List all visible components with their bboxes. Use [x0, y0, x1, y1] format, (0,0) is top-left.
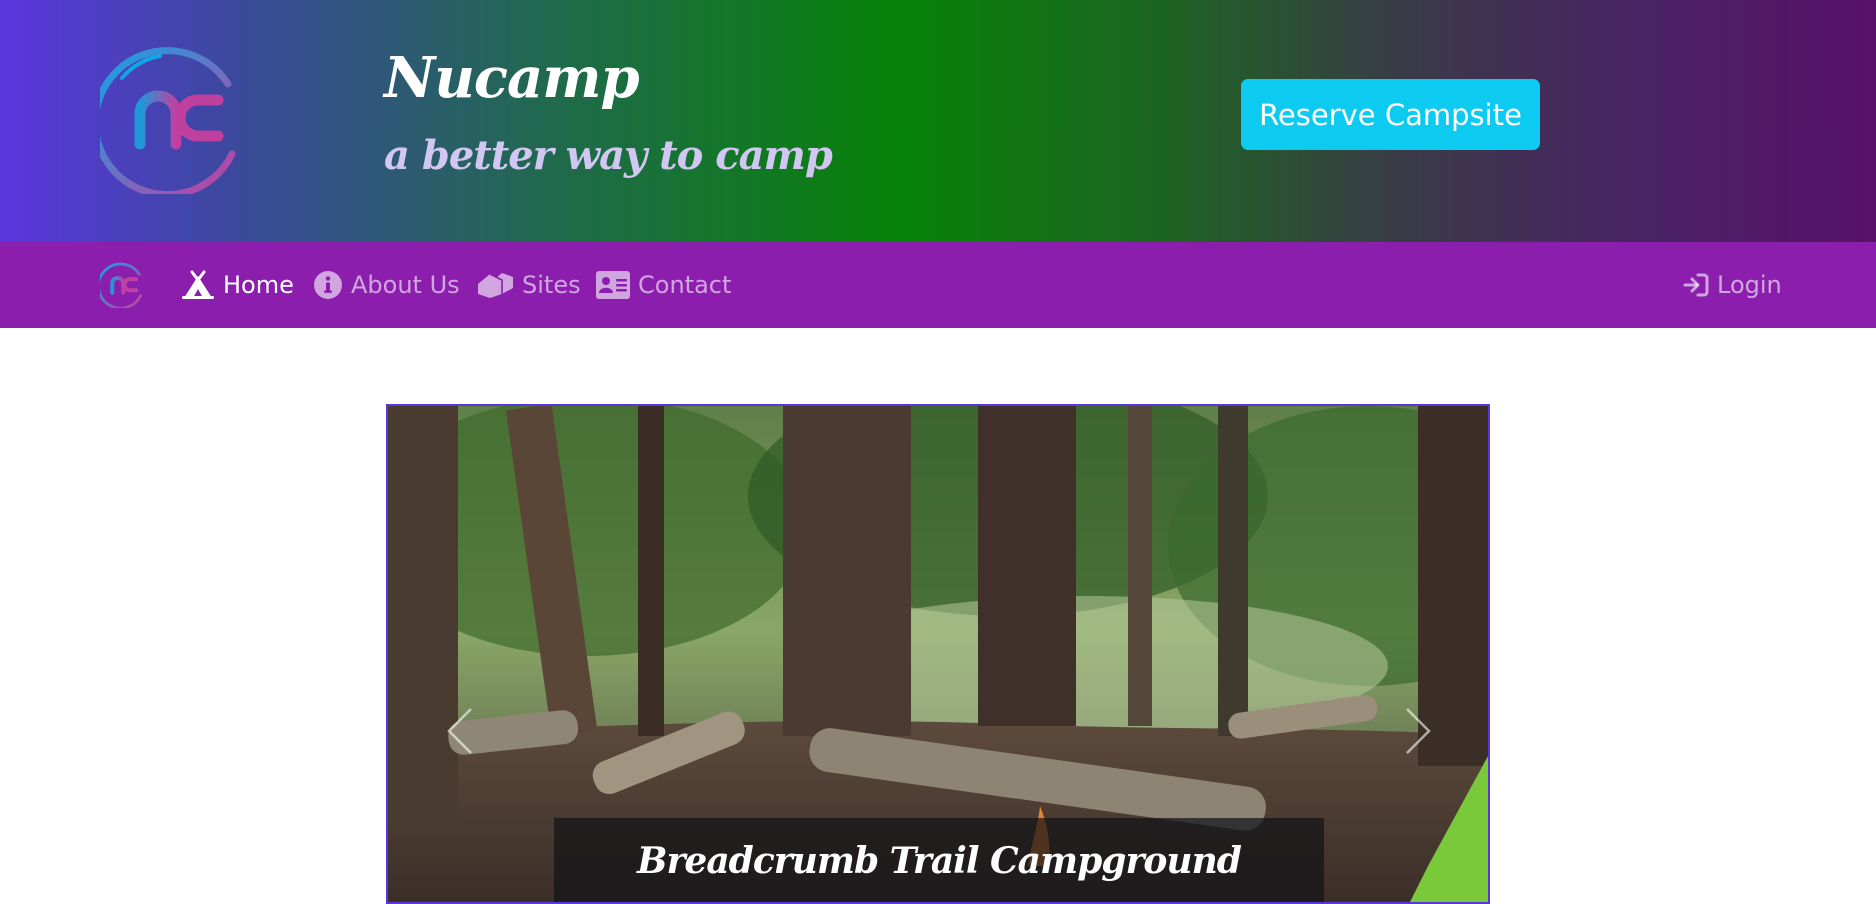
login-label: Login: [1717, 271, 1782, 299]
carousel-caption-title: Breadcrumb Trail Campground: [637, 840, 1242, 882]
login-button[interactable]: Login: [1683, 242, 1782, 328]
site-title: Nucamp: [384, 45, 640, 111]
navbar-brand-logo-icon[interactable]: [100, 262, 146, 308]
nav-item-contact[interactable]: Contact: [596, 242, 731, 328]
campsite-carousel: Breadcrumb Trail Campground: [386, 404, 1490, 904]
nav-item-home[interactable]: Home: [181, 242, 294, 328]
carousel-caption: Breadcrumb Trail Campground: [554, 818, 1324, 902]
carousel-next-control[interactable]: [1388, 686, 1448, 776]
nav-item-about-us[interactable]: About Us: [313, 242, 460, 328]
main-navbar: Home About Us Sites Contact Login: [0, 242, 1876, 328]
site-header: Nucamp a better way to camp Reserve Camp…: [0, 0, 1876, 242]
carousel-prev-control[interactable]: [430, 686, 490, 776]
nav-item-label: Home: [223, 271, 294, 299]
chevron-right-icon: [1406, 708, 1431, 754]
nav-item-label: Contact: [638, 271, 732, 299]
nav-item-sites[interactable]: Sites: [476, 242, 581, 328]
reserve-campsite-button[interactable]: Reserve Campsite: [1241, 79, 1540, 150]
campground-icon: [182, 270, 214, 299]
nucamp-logo-icon: [100, 47, 236, 194]
info-circle-icon: [314, 271, 342, 299]
house-icon: [478, 273, 513, 298]
nav-item-label: Sites: [522, 271, 581, 299]
chevron-left-icon: [447, 708, 472, 754]
site-tagline: a better way to camp: [384, 132, 833, 179]
sign-in-icon: [1683, 273, 1709, 297]
address-card-icon: [596, 271, 630, 299]
nav-item-label: About Us: [351, 271, 460, 299]
